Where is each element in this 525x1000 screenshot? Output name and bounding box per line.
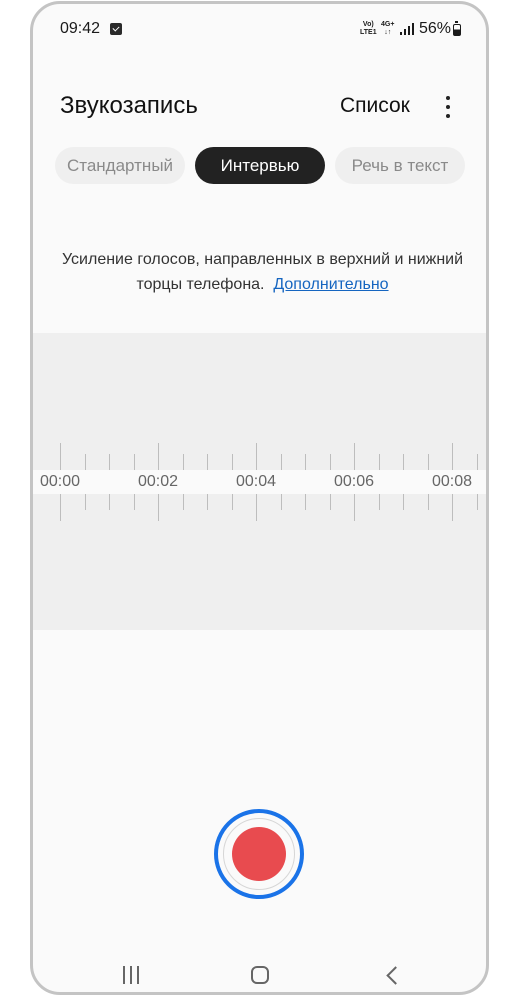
timeline-tick (427, 454, 429, 470)
timeline-label: 00:04 (235, 473, 277, 490)
timeline-tick (378, 454, 380, 470)
timeline-tick (84, 454, 86, 470)
timeline-tick (84, 494, 86, 510)
4g-top: 4G+ (381, 21, 395, 28)
timeline-tick (354, 494, 355, 521)
timeline-tick (329, 494, 331, 510)
timeline-tick (207, 494, 208, 510)
timeline-tick (182, 494, 184, 510)
timeline-tick (231, 494, 233, 510)
timeline-tick (354, 443, 355, 470)
volte-bottom: LTE1 (360, 29, 377, 36)
timeline-tick (280, 454, 282, 470)
signal-icon (400, 23, 414, 35)
tab-speech-to-text[interactable]: Речь в текст (335, 147, 465, 184)
record-icon (232, 827, 286, 881)
timeline-tick (280, 494, 282, 510)
timeline-tick (207, 454, 208, 470)
timeline-tick (329, 454, 331, 470)
volte-icon: Vo) LTE1 (360, 21, 377, 37)
4g-icon: 4G+ ↓↑ (381, 21, 394, 37)
timeline-tick (305, 454, 306, 470)
timeline-tick (109, 494, 110, 510)
recents-icon[interactable] (123, 966, 143, 984)
timeline-tick (158, 494, 159, 521)
timeline-tick (403, 454, 404, 470)
navigation-bar (33, 954, 486, 992)
tab-interview[interactable]: Интервью (195, 147, 325, 184)
back-icon[interactable] (383, 966, 403, 986)
timeline-tick (305, 494, 306, 510)
status-bar: 09:42 Vo) LTE1 4G+ ↓↑ 56% (33, 4, 486, 48)
timeline-tick (256, 443, 257, 470)
timeline-tick (256, 494, 257, 521)
timeline-tick (452, 443, 453, 470)
4g-bottom: ↓↑ (384, 29, 392, 36)
page-title: Звукозапись (60, 92, 198, 119)
battery-percent: 56% (419, 20, 452, 37)
timeline-tick (133, 494, 135, 510)
timeline-tick (158, 443, 159, 470)
timeline-label: 00:08 (431, 473, 473, 490)
home-icon[interactable] (251, 966, 269, 984)
mode-description: Усиление голосов, направленных в верхний… (53, 247, 472, 297)
timeline-label: 00:06 (333, 473, 375, 490)
timeline-tick (182, 454, 184, 470)
timeline-tick (109, 454, 110, 470)
status-time: 09:42 (60, 20, 101, 37)
record-button[interactable] (214, 809, 304, 899)
list-button[interactable]: Список (340, 94, 410, 118)
timeline-label: 00:02 (137, 473, 179, 490)
timeline-tick (403, 494, 404, 510)
timeline-tick (476, 454, 478, 470)
timeline-tick (60, 494, 61, 521)
description-text: Усиление голосов, направленных в верхний… (61, 251, 464, 293)
more-vertical-icon[interactable] (441, 96, 455, 118)
battery-icon (453, 21, 461, 36)
tab-standard[interactable]: Стандартный (55, 147, 185, 184)
message-icon (110, 23, 122, 35)
timeline-label: 00:00 (39, 473, 81, 490)
volte-top: Vo) (362, 21, 374, 28)
timeline-tick (231, 454, 233, 470)
phone-frame: 09:42 Vo) LTE1 4G+ ↓↑ 56% Звукозапись Сп… (30, 1, 489, 995)
timeline-tick (378, 494, 380, 510)
timeline-tick (133, 454, 135, 470)
timeline-tick (476, 494, 478, 510)
waveform-area: 00:00 00:02 00:04 00:06 00:08 (33, 333, 486, 630)
timeline-tick (452, 494, 453, 521)
timeline-tick (60, 443, 61, 470)
more-info-link[interactable]: Дополнительно (273, 276, 388, 293)
timeline-tick (427, 494, 429, 510)
